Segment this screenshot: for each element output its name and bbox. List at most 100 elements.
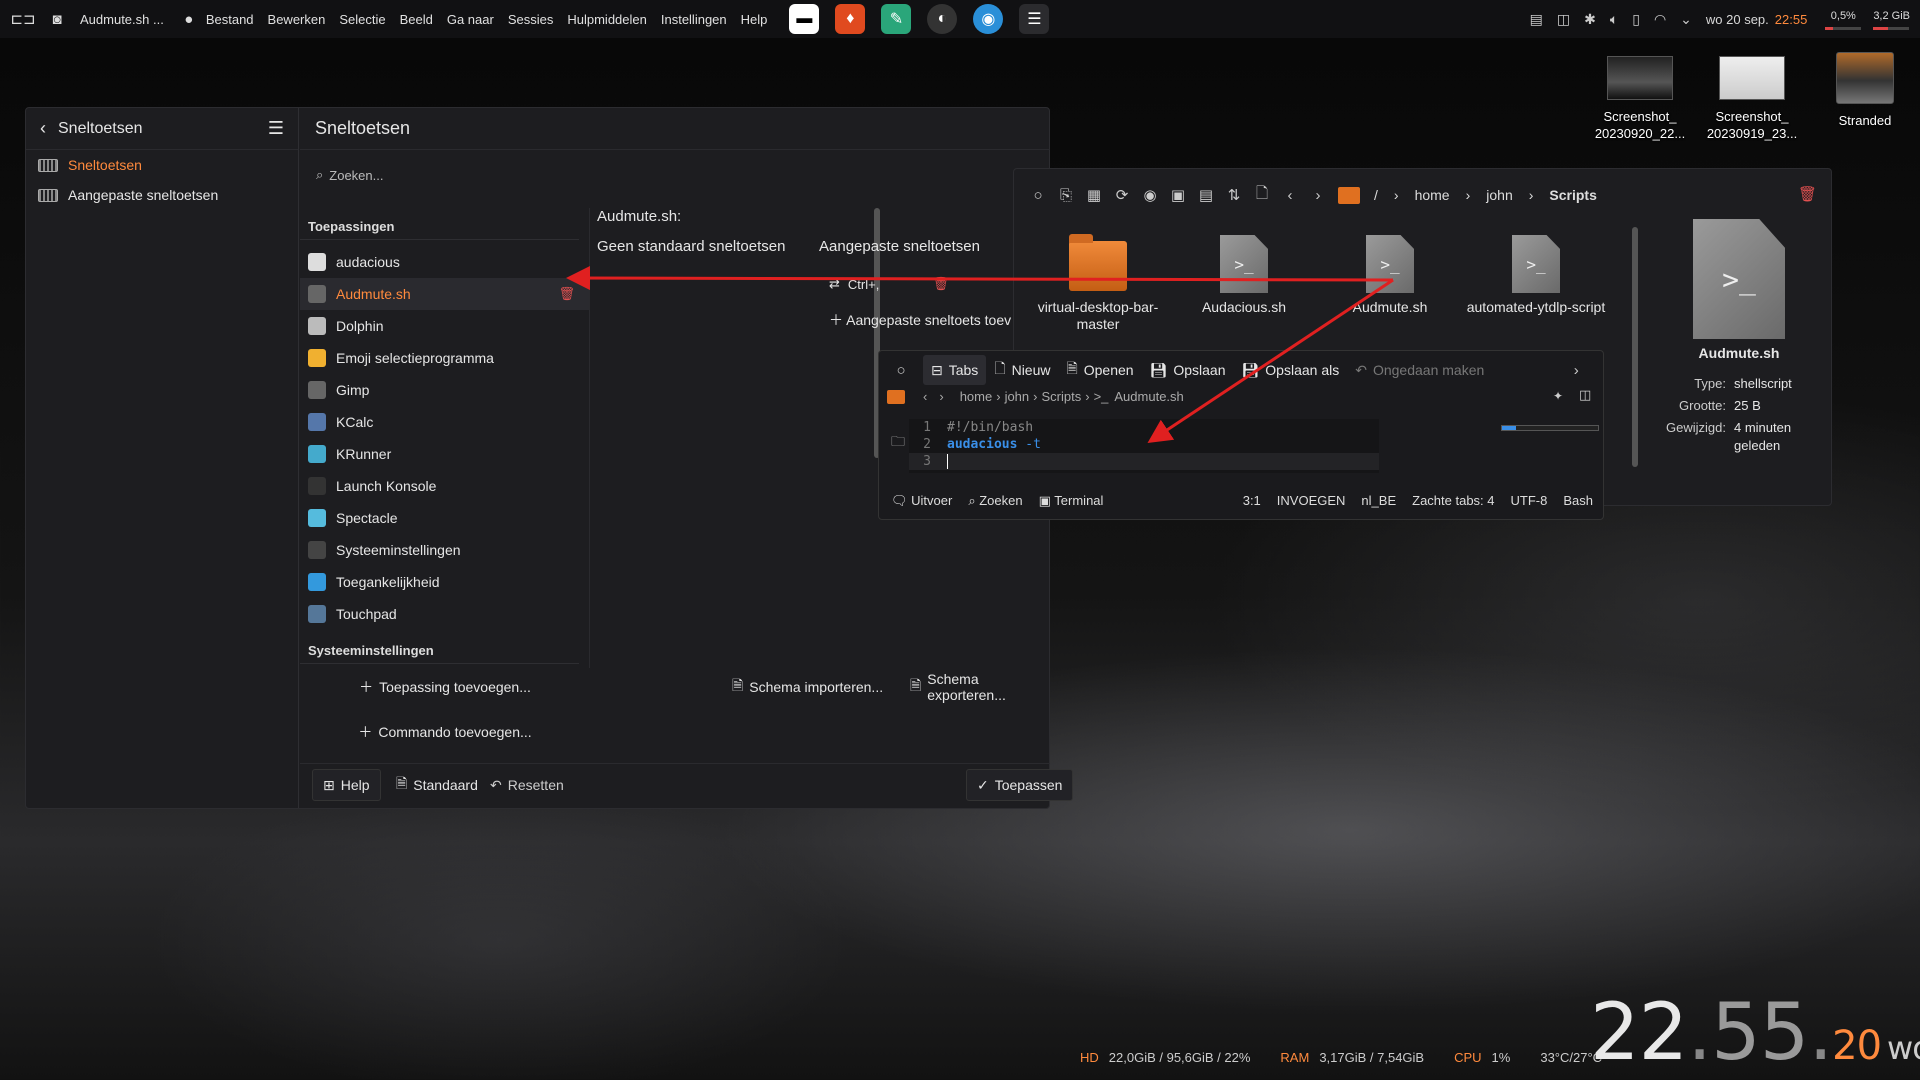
circle-icon[interactable]: ○	[1024, 181, 1052, 209]
circle-icon[interactable]: ○	[887, 356, 915, 384]
notes-icon[interactable]: ▤	[1530, 11, 1543, 28]
app-row-emoji-selectieprogramma[interactable]: Emoji selectieprogramma	[300, 342, 589, 374]
kate-crumb-scripts[interactable]: Scripts	[1041, 389, 1081, 404]
panel-icon[interactable]: ▦	[1080, 181, 1108, 209]
open-button[interactable]: 🗎 Openen	[1058, 355, 1141, 385]
nav-forward-icon[interactable]: ›	[939, 389, 943, 404]
shortcut-entry[interactable]: ⇄ Ctrl+, 🗑︎	[829, 270, 949, 298]
overview-icon[interactable]: ⊏⊐	[10, 8, 35, 30]
add-command-button[interactable]: ＋ Commando toevoegen...	[310, 716, 580, 748]
detail-view-icon[interactable]: ▤	[1192, 181, 1220, 209]
app-row-kcalc[interactable]: KCalc	[300, 406, 589, 438]
code-editor[interactable]: 1 #!/bin/bash 2 audacious -t 3	[909, 419, 1379, 473]
menu-bestand[interactable]: Bestand	[206, 12, 254, 27]
app-row-gimp[interactable]: Gimp	[300, 374, 589, 406]
menu-ga-naar[interactable]: Ga naar	[447, 12, 494, 27]
sidebar-item-sneltoetsen[interactable]: Sneltoetsen	[26, 150, 298, 180]
breadcrumb-root[interactable]: /	[1374, 187, 1378, 203]
desktop-icon-stranded[interactable]: Stranded	[1810, 52, 1920, 129]
delete-shortcut-icon[interactable]: 🗑︎	[932, 276, 949, 292]
reset-button[interactable]: ↶ Resetten	[480, 769, 574, 801]
app-row-dolphin[interactable]: Dolphin	[300, 310, 589, 342]
help-button[interactable]: ⊞ Help	[312, 769, 381, 801]
app-row-audmute-sh[interactable]: Audmute.sh 🗑︎	[300, 278, 589, 310]
side-folder-icon[interactable]: 🗀	[891, 431, 905, 455]
kate-crumb-home[interactable]: home	[960, 389, 993, 404]
system-settings-app-icon[interactable]: ☰	[1019, 4, 1050, 34]
tray-expand-icon[interactable]: ⌄	[1680, 11, 1692, 28]
add-application-button[interactable]: ＋ Toepassing toevoegen...	[310, 671, 580, 703]
minimap[interactable]	[1501, 425, 1599, 431]
output-button[interactable]: 🗨︎ Uitvoer	[891, 493, 952, 509]
kate-crumb-file[interactable]: Audmute.sh	[1114, 389, 1183, 404]
new-button[interactable]: 🗋 Nieuw	[986, 355, 1058, 385]
browser-globe-icon[interactable]: ◉	[973, 4, 1004, 34]
menu-sessies[interactable]: Sessies	[508, 12, 554, 27]
new-file-icon[interactable]: 🗋	[1248, 181, 1276, 209]
folder-icon[interactable]	[887, 389, 905, 404]
file-item-automated-ytdlp-script[interactable]: >_ automated-ytdlp-script	[1466, 235, 1606, 333]
app-row-audacious[interactable]: audacious	[300, 246, 589, 278]
search-button[interactable]: ⌕ Zoeken	[968, 493, 1022, 509]
wifi-icon[interactable]: ◠	[1654, 11, 1666, 28]
syntax-mode[interactable]: Bash	[1563, 493, 1593, 508]
save-as-button[interactable]: 💾︎ Opslaan als	[1234, 355, 1348, 385]
app-row-touchpad[interactable]: Touchpad	[300, 598, 589, 630]
input-mode[interactable]: INVOEGEN	[1277, 493, 1346, 508]
indentation-mode[interactable]: Zachte tabs: 4	[1412, 493, 1494, 508]
pin-icon[interactable]: ✦	[1553, 389, 1563, 403]
menu-help[interactable]: Help	[741, 12, 768, 27]
app-row-toegankelijkheid[interactable]: Toegankelijkheid	[300, 566, 589, 598]
icon-view-icon[interactable]: ▣	[1164, 181, 1192, 209]
window-title[interactable]: Audmute.sh ...	[80, 12, 164, 27]
file-view-scrollbar[interactable]	[1632, 227, 1638, 467]
menu-beeld[interactable]: Beeld	[400, 12, 433, 27]
cpu-meter[interactable]: 0,5%	[1825, 9, 1862, 30]
back-arrow-icon[interactable]: ‹	[40, 118, 46, 139]
undo-button[interactable]: ↶ Ongedaan maken	[1347, 355, 1492, 385]
breadcrumb-scripts[interactable]: Scripts	[1549, 187, 1596, 203]
breadcrumb-home[interactable]: home	[1415, 187, 1450, 203]
desktop-icon-screenshot-2[interactable]: Screenshot_ 20230919_23...	[1697, 56, 1807, 142]
menu-instellingen[interactable]: Instellingen	[661, 12, 727, 27]
volume-icon[interactable]: 🔈︎	[1610, 11, 1618, 28]
eye-icon[interactable]: ◉	[1136, 181, 1164, 209]
toolbar-overflow-icon[interactable]: ›	[1562, 356, 1590, 384]
sidebar-item-aangepaste-sneltoetsen[interactable]: Aangepaste sneltoetsen	[26, 180, 298, 210]
apply-button[interactable]: ✓ Toepassen	[966, 769, 1074, 801]
refresh-icon[interactable]: ⟳	[1108, 181, 1136, 209]
file-item-audacious-sh[interactable]: >_ Audacious.sh	[1174, 235, 1314, 333]
save-button[interactable]: 💾︎ Opslaan	[1142, 355, 1234, 385]
menu-selectie[interactable]: Selectie	[339, 12, 385, 27]
encoding[interactable]: UTF-8	[1511, 493, 1548, 508]
hamburger-menu-icon[interactable]: ☰	[268, 118, 284, 139]
bookmark-icon[interactable]: ⎘	[1052, 181, 1080, 209]
app-row-launch-konsole[interactable]: Launch Konsole	[300, 470, 589, 502]
terminal-app-icon[interactable]: ▬	[789, 4, 820, 34]
app-row-spectacle[interactable]: Spectacle	[300, 502, 589, 534]
ram-meter[interactable]: 3,2 GiB	[1873, 9, 1910, 30]
panel-clock[interactable]: wo 20 sep. 22:55	[1706, 12, 1807, 27]
split-view-icon[interactable]: ◫	[1579, 387, 1591, 403]
bluetooth-icon[interactable]: ✱	[1584, 11, 1596, 28]
kate-crumb-john[interactable]: john	[1005, 389, 1030, 404]
cursor-position[interactable]: 3:1	[1243, 493, 1261, 508]
audacious-player-icon[interactable]: ◐	[927, 4, 958, 34]
sort-icon[interactable]: ⇅	[1220, 181, 1248, 209]
menu-hulpmiddelen[interactable]: Hulpmiddelen	[567, 12, 647, 27]
app-row-krunner[interactable]: KRunner	[300, 438, 589, 470]
delete-app-icon[interactable]: 🗑︎	[558, 286, 575, 302]
file-item-audmute-sh[interactable]: >_ Audmute.sh	[1320, 235, 1460, 333]
forward-icon[interactable]: ›	[1304, 181, 1332, 209]
export-scheme-button[interactable]: 🗎 Schema exporteren...	[900, 671, 1050, 703]
brave-browser-icon[interactable]: ♦	[835, 4, 866, 34]
phone-icon[interactable]: ▯	[1632, 11, 1640, 28]
trash-icon[interactable]: 🗑︎	[1798, 185, 1817, 203]
add-custom-shortcut-button[interactable]: ＋ Aangepaste sneltoets toev	[829, 310, 1014, 330]
menu-bewerken[interactable]: Bewerken	[268, 12, 326, 27]
window-icon[interactable]: ◫	[1557, 11, 1570, 28]
default-button[interactable]: 🗎 Standaard	[386, 769, 488, 801]
app-row-systeeminstellingen[interactable]: Systeeminstellingen	[300, 534, 589, 566]
terminal-button[interactable]: ▣ Terminal	[1039, 493, 1104, 509]
dictionary-language[interactable]: nl_BE	[1361, 493, 1396, 508]
